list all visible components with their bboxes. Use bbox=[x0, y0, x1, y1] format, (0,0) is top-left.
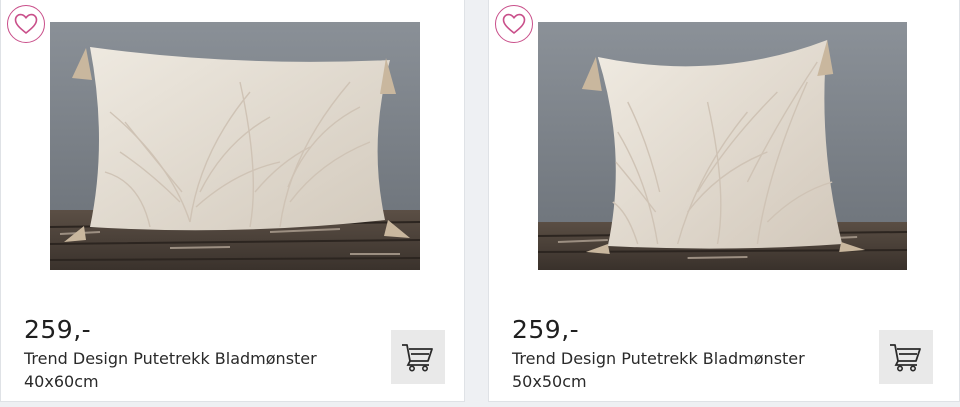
shopping-cart-icon bbox=[402, 344, 433, 372]
product-size: 40x60cm bbox=[24, 372, 99, 391]
product-title[interactable]: Trend Design Putetrekk Bladmønster bbox=[24, 349, 317, 368]
add-to-cart-button[interactable] bbox=[879, 330, 933, 384]
product-size: 50x50cm bbox=[512, 372, 587, 391]
product-image[interactable] bbox=[50, 22, 420, 270]
add-to-cart-button[interactable] bbox=[391, 330, 445, 384]
wishlist-button[interactable] bbox=[495, 5, 533, 43]
shopping-cart-icon bbox=[890, 344, 921, 372]
product-image[interactable] bbox=[538, 22, 907, 270]
product-title[interactable]: Trend Design Putetrekk Bladmønster bbox=[512, 349, 805, 368]
product-card: 259,- Trend Design Putetrekk Bladmønster… bbox=[488, 0, 960, 402]
heart-icon bbox=[502, 13, 526, 34]
heart-icon bbox=[14, 13, 38, 34]
wishlist-button[interactable] bbox=[7, 5, 45, 43]
product-price: 259,- bbox=[24, 315, 92, 344]
product-price: 259,- bbox=[512, 315, 580, 344]
product-card: 259,- Trend Design Putetrekk Bladmønster… bbox=[0, 0, 465, 402]
